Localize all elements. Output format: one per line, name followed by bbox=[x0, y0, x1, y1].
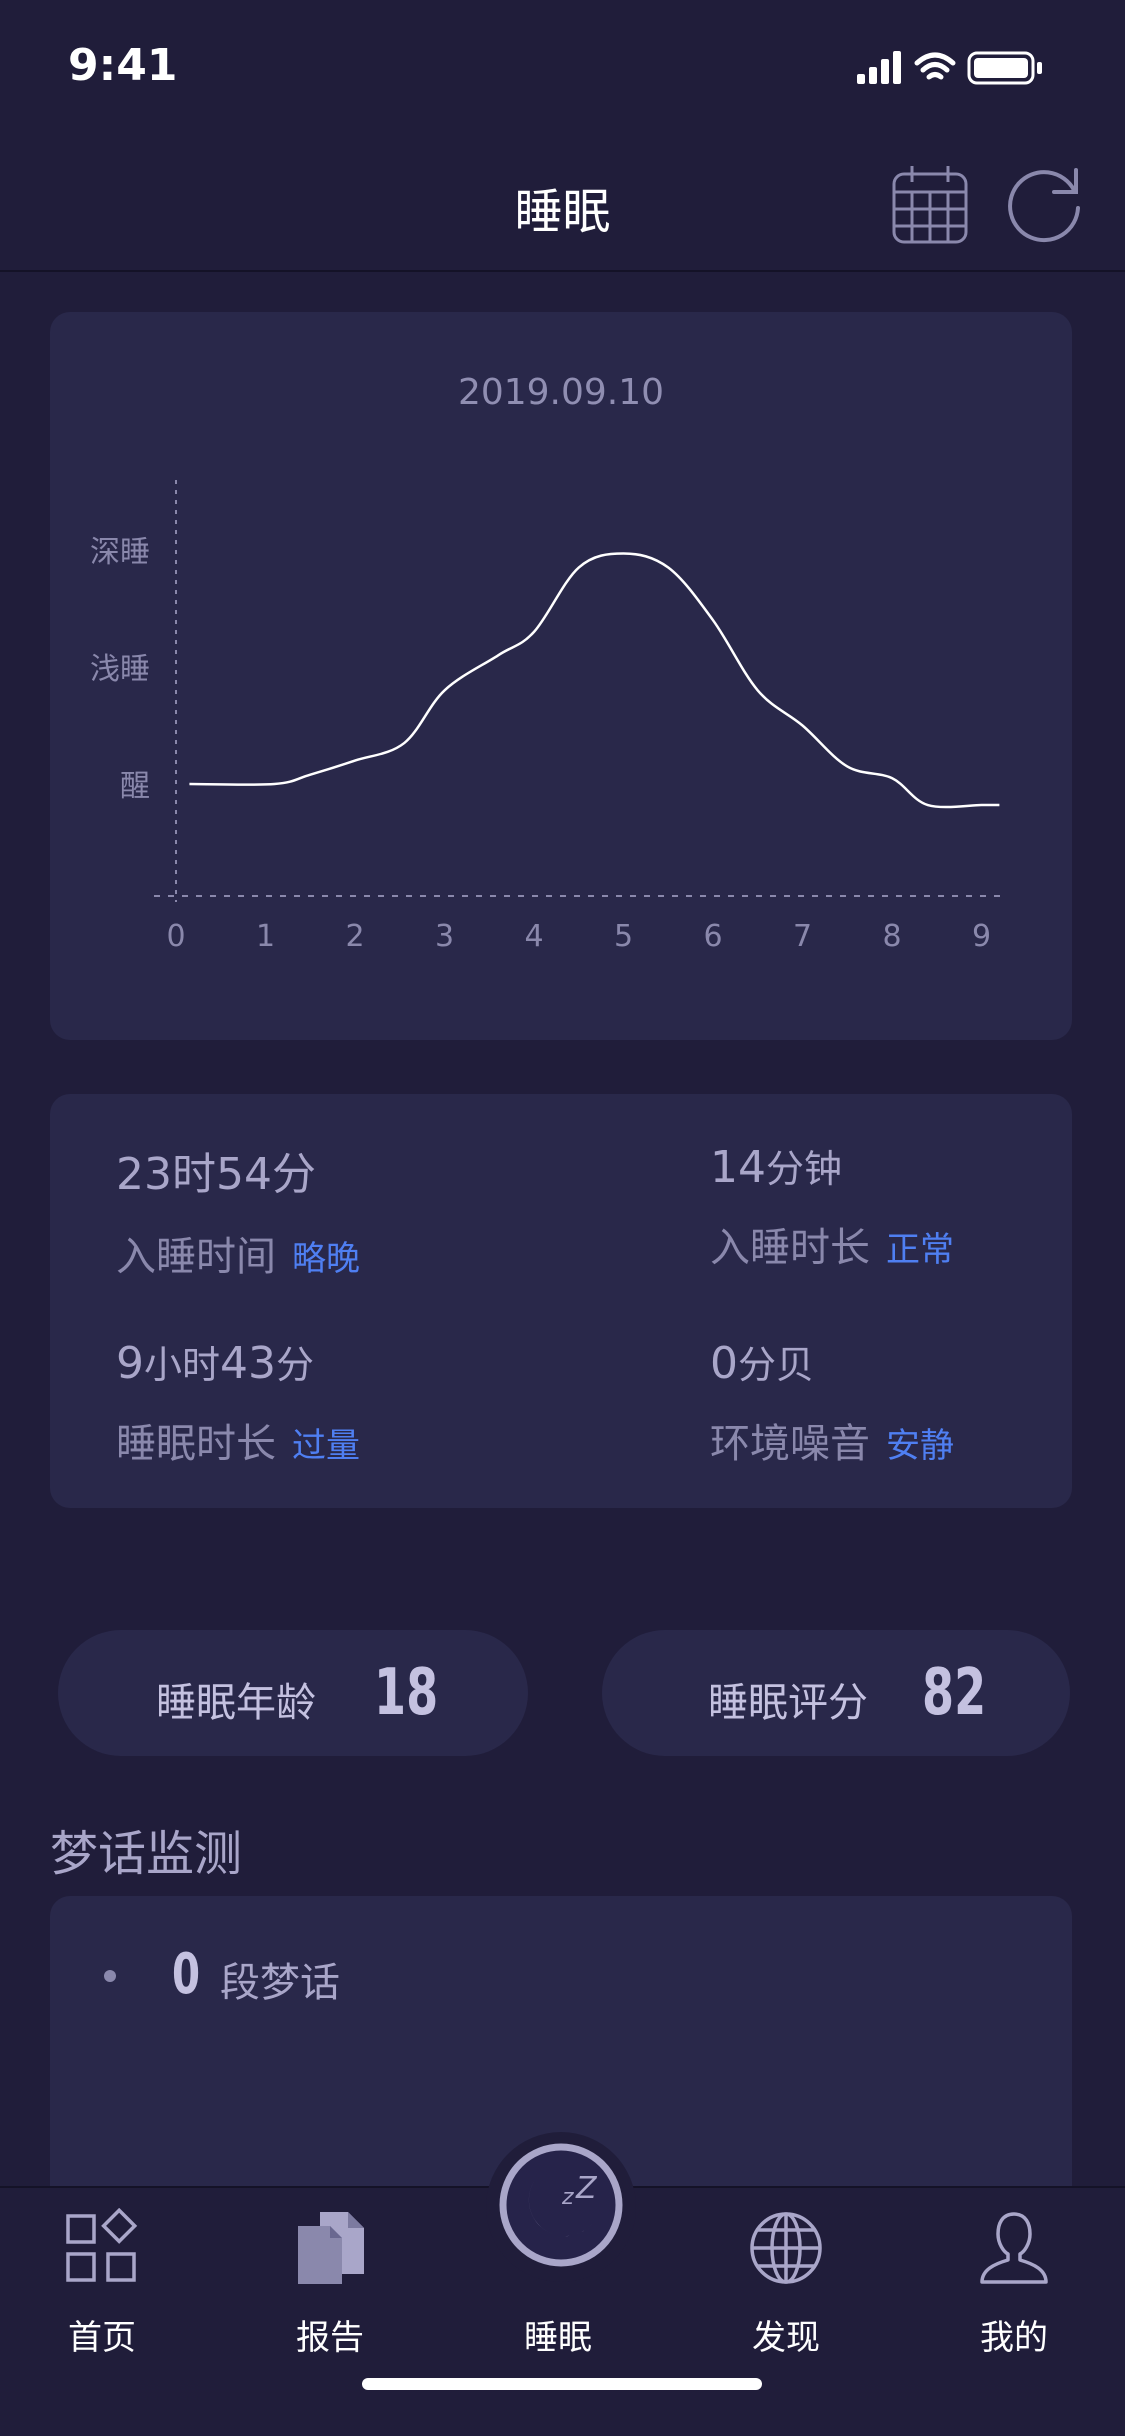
stat-label: 入睡时长 正常 bbox=[710, 1215, 954, 1273]
sleep-age-value: 18 bbox=[374, 1656, 439, 1730]
stat-duration: 9小时43分 睡眠时长 过量 bbox=[116, 1334, 360, 1469]
stat-label-text: 睡眠时长 bbox=[116, 1421, 276, 1467]
x-tick-label: 0 bbox=[166, 919, 185, 954]
tab-discover-label: 发现 bbox=[752, 2318, 820, 2358]
status-tag: 安静 bbox=[886, 1426, 954, 1466]
sleep-chart: 醒 浅睡 深睡 0 1 2 3 4 5 6 7 8 9 bbox=[90, 480, 1000, 954]
y-tick-label: 浅睡 bbox=[90, 652, 150, 687]
svg-text:z: z bbox=[561, 2185, 574, 2210]
dream-section-title: 梦话监测 bbox=[50, 1826, 243, 1882]
tab-report-label: 报告 bbox=[296, 2318, 364, 2358]
y-tick-label: 深睡 bbox=[90, 535, 150, 570]
status-time: 9:41 bbox=[68, 40, 178, 91]
sleep-stats-card: 23时54分 入睡时间 略晚 14分钟 入睡时长 正常 9小时43分 睡眠时长 过量 … bbox=[50, 1094, 1072, 1508]
tab-me[interactable]: 我的 bbox=[924, 2208, 1104, 2358]
stat-value-unit: 分钟 bbox=[766, 1147, 843, 1191]
stat-value-unit: 小时 bbox=[144, 1343, 221, 1387]
sleep-moon-icon[interactable]: z Z bbox=[496, 2140, 626, 2270]
sleep-score-label: 睡眠评分 bbox=[708, 1680, 868, 1726]
stat-value: 9小时43分 bbox=[116, 1334, 360, 1389]
stat-value: 0分贝 bbox=[710, 1334, 954, 1389]
user-icon bbox=[980, 2212, 1048, 2284]
stat-value-num: 43 bbox=[220, 1338, 277, 1389]
bullet-dot bbox=[104, 1970, 116, 1982]
stat-value: 14分钟 bbox=[710, 1138, 954, 1193]
stat-value-num: 9 bbox=[116, 1338, 144, 1389]
status-tag: 过量 bbox=[292, 1426, 360, 1466]
sleep-age-label: 睡眠年龄 bbox=[156, 1680, 316, 1726]
grid-icon bbox=[66, 2208, 138, 2282]
stat-value-num: 14 bbox=[710, 1142, 766, 1193]
x-tick-label: 6 bbox=[703, 919, 722, 954]
x-tick-label: 7 bbox=[793, 919, 812, 954]
calendar-icon[interactable] bbox=[890, 162, 970, 246]
status-bar: 9:41 bbox=[0, 0, 1125, 136]
sleep-age-pill[interactable]: 睡眠年龄 18 bbox=[58, 1630, 528, 1756]
x-tick-label: 3 bbox=[435, 919, 454, 954]
stat-value-unit: 分 bbox=[276, 1343, 315, 1387]
stat-value-num: 0 bbox=[710, 1338, 738, 1389]
tab-home[interactable]: 首页 bbox=[12, 2208, 192, 2358]
tab-discover[interactable]: 发现 bbox=[696, 2208, 876, 2358]
sleep-score-value: 82 bbox=[922, 1656, 987, 1730]
tab-report[interactable]: 报告 bbox=[240, 2208, 420, 2358]
stat-label-text: 入睡时间 bbox=[116, 1234, 276, 1280]
stat-noise: 0分贝 环境噪音 安静 bbox=[710, 1334, 954, 1469]
dream-count: 0 bbox=[172, 1942, 201, 2007]
x-tick-label: 1 bbox=[256, 919, 275, 954]
x-tick-label: 8 bbox=[882, 919, 901, 954]
document-icon bbox=[298, 2212, 364, 2284]
x-tick-label: 2 bbox=[345, 919, 364, 954]
sleep-curve bbox=[189, 552, 1000, 809]
nav-bar: 睡眠 bbox=[0, 136, 1125, 272]
stat-sleep-time: 23时54分 入睡时间 略晚 bbox=[116, 1138, 360, 1282]
refresh-icon[interactable] bbox=[1002, 162, 1086, 246]
x-tick-label: 9 bbox=[972, 919, 991, 954]
wifi-icon bbox=[914, 52, 956, 80]
stat-label-text: 环境噪音 bbox=[710, 1421, 870, 1467]
status-icons bbox=[857, 51, 1042, 85]
tab-me-label: 我的 bbox=[980, 2318, 1048, 2358]
x-tick-label: 5 bbox=[614, 919, 633, 954]
home-indicator bbox=[362, 2378, 762, 2390]
stat-label: 入睡时间 略晚 bbox=[116, 1224, 360, 1282]
tab-home-label: 首页 bbox=[68, 2318, 136, 2358]
stat-label-text: 入睡时长 bbox=[710, 1225, 870, 1271]
x-tick-label: 4 bbox=[524, 919, 543, 954]
battery-icon bbox=[967, 51, 1042, 85]
globe-icon bbox=[750, 2212, 822, 2284]
y-tick-label: 醒 bbox=[120, 769, 150, 804]
sleep-chart-card: 2019.09.10 醒浅睡 深睡 0 1 2 3 4 5 6 7 8 9 bbox=[50, 312, 1072, 1040]
stat-value: 23时54分 bbox=[116, 1149, 316, 1200]
status-tag: 正常 bbox=[886, 1230, 954, 1270]
dream-count-label: 段梦话 bbox=[220, 1960, 340, 2006]
svg-text:Z: Z bbox=[575, 2171, 598, 2206]
tab-sleep-label: 睡眠 bbox=[524, 2318, 592, 2358]
stat-fall-asleep: 14分钟 入睡时长 正常 bbox=[710, 1138, 954, 1273]
sleep-score-pill[interactable]: 睡眠评分 82 bbox=[602, 1630, 1070, 1756]
signal-icon bbox=[857, 51, 901, 84]
stat-label: 环境噪音 安静 bbox=[710, 1411, 954, 1469]
stat-label: 睡眠时长 过量 bbox=[116, 1411, 360, 1469]
status-tag: 略晚 bbox=[292, 1239, 360, 1279]
stat-value-unit: 分贝 bbox=[738, 1343, 815, 1387]
